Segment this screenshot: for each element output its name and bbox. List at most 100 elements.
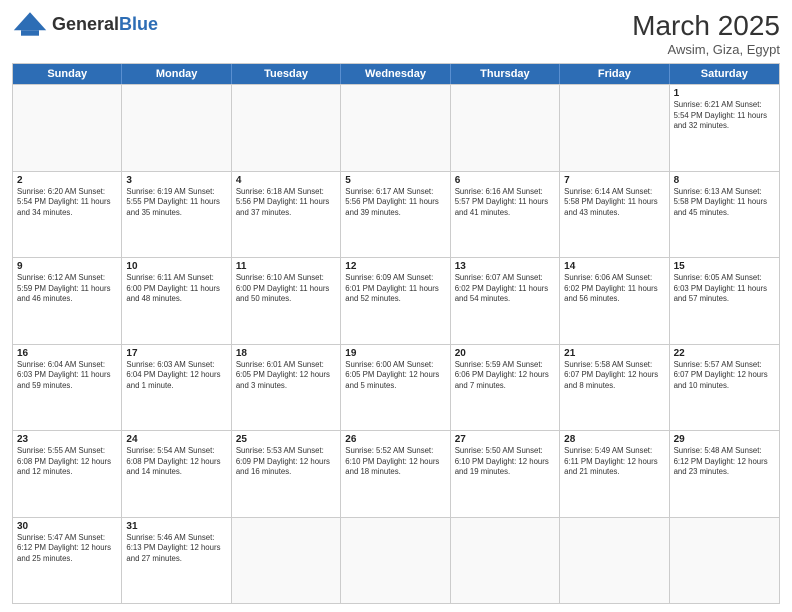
day-number: 3 (126, 175, 226, 186)
day-cell: 16Sunrise: 6:04 AM Sunset: 6:03 PM Dayli… (13, 345, 122, 431)
week-row-1: 1Sunrise: 6:21 AM Sunset: 5:54 PM Daylig… (13, 84, 779, 171)
weeks: 1Sunrise: 6:21 AM Sunset: 5:54 PM Daylig… (13, 84, 779, 603)
header-monday: Monday (122, 64, 231, 84)
day-number: 29 (674, 434, 775, 445)
day-number: 24 (126, 434, 226, 445)
day-cell: 27Sunrise: 5:50 AM Sunset: 6:10 PM Dayli… (451, 431, 560, 517)
page: GeneralBlue March 2025 Awsim, Giza, Egyp… (0, 0, 792, 612)
day-cell: 20Sunrise: 5:59 AM Sunset: 6:06 PM Dayli… (451, 345, 560, 431)
logo-blue: Blue (119, 14, 158, 34)
header-sunday: Sunday (13, 64, 122, 84)
month-title: March 2025 (632, 10, 780, 42)
day-cell: 18Sunrise: 6:01 AM Sunset: 6:05 PM Dayli… (232, 345, 341, 431)
day-number: 18 (236, 348, 336, 359)
day-cell: 31Sunrise: 5:46 AM Sunset: 6:13 PM Dayli… (122, 518, 231, 604)
day-info: Sunrise: 6:20 AM Sunset: 5:54 PM Dayligh… (17, 187, 117, 219)
day-cell: 24Sunrise: 5:54 AM Sunset: 6:08 PM Dayli… (122, 431, 231, 517)
day-cell: 1Sunrise: 6:21 AM Sunset: 5:54 PM Daylig… (670, 85, 779, 171)
day-number: 1 (674, 88, 775, 99)
day-number: 9 (17, 261, 117, 272)
day-number: 17 (126, 348, 226, 359)
logo-general: General (52, 14, 119, 34)
day-cell: 13Sunrise: 6:07 AM Sunset: 6:02 PM Dayli… (451, 258, 560, 344)
day-info: Sunrise: 6:12 AM Sunset: 5:59 PM Dayligh… (17, 273, 117, 305)
day-number: 28 (564, 434, 664, 445)
day-cell (451, 85, 560, 171)
day-info: Sunrise: 5:59 AM Sunset: 6:06 PM Dayligh… (455, 360, 555, 392)
day-number: 27 (455, 434, 555, 445)
day-number: 31 (126, 521, 226, 532)
day-cell (341, 85, 450, 171)
day-cell (232, 518, 341, 604)
week-row-3: 9Sunrise: 6:12 AM Sunset: 5:59 PM Daylig… (13, 257, 779, 344)
day-cell: 21Sunrise: 5:58 AM Sunset: 6:07 PM Dayli… (560, 345, 669, 431)
day-info: Sunrise: 6:11 AM Sunset: 6:00 PM Dayligh… (126, 273, 226, 305)
day-cell (13, 85, 122, 171)
day-cell: 29Sunrise: 5:48 AM Sunset: 6:12 PM Dayli… (670, 431, 779, 517)
day-cell (341, 518, 450, 604)
header-wednesday: Wednesday (341, 64, 450, 84)
logo: GeneralBlue (12, 10, 158, 38)
day-info: Sunrise: 6:16 AM Sunset: 5:57 PM Dayligh… (455, 187, 555, 219)
day-number: 8 (674, 175, 775, 186)
day-number: 22 (674, 348, 775, 359)
day-info: Sunrise: 6:17 AM Sunset: 5:56 PM Dayligh… (345, 187, 445, 219)
day-info: Sunrise: 6:06 AM Sunset: 6:02 PM Dayligh… (564, 273, 664, 305)
logo-text: GeneralBlue (52, 14, 158, 35)
day-info: Sunrise: 6:21 AM Sunset: 5:54 PM Dayligh… (674, 100, 775, 132)
day-number: 19 (345, 348, 445, 359)
day-cell: 11Sunrise: 6:10 AM Sunset: 6:00 PM Dayli… (232, 258, 341, 344)
day-cell: 6Sunrise: 6:16 AM Sunset: 5:57 PM Daylig… (451, 172, 560, 258)
header: GeneralBlue March 2025 Awsim, Giza, Egyp… (12, 10, 780, 57)
day-cell: 28Sunrise: 5:49 AM Sunset: 6:11 PM Dayli… (560, 431, 669, 517)
day-info: Sunrise: 6:05 AM Sunset: 6:03 PM Dayligh… (674, 273, 775, 305)
day-cell (560, 85, 669, 171)
week-row-6: 30Sunrise: 5:47 AM Sunset: 6:12 PM Dayli… (13, 517, 779, 604)
day-cell: 25Sunrise: 5:53 AM Sunset: 6:09 PM Dayli… (232, 431, 341, 517)
header-tuesday: Tuesday (232, 64, 341, 84)
day-info: Sunrise: 6:01 AM Sunset: 6:05 PM Dayligh… (236, 360, 336, 392)
calendar: Sunday Monday Tuesday Wednesday Thursday… (12, 63, 780, 604)
day-info: Sunrise: 6:19 AM Sunset: 5:55 PM Dayligh… (126, 187, 226, 219)
day-number: 2 (17, 175, 117, 186)
day-cell: 9Sunrise: 6:12 AM Sunset: 5:59 PM Daylig… (13, 258, 122, 344)
day-cell (670, 518, 779, 604)
day-number: 11 (236, 261, 336, 272)
day-info: Sunrise: 6:03 AM Sunset: 6:04 PM Dayligh… (126, 360, 226, 392)
day-info: Sunrise: 5:54 AM Sunset: 6:08 PM Dayligh… (126, 446, 226, 478)
logo-icon (12, 10, 48, 38)
day-number: 14 (564, 261, 664, 272)
day-cell: 17Sunrise: 6:03 AM Sunset: 6:04 PM Dayli… (122, 345, 231, 431)
day-info: Sunrise: 6:07 AM Sunset: 6:02 PM Dayligh… (455, 273, 555, 305)
day-info: Sunrise: 5:58 AM Sunset: 6:07 PM Dayligh… (564, 360, 664, 392)
day-number: 10 (126, 261, 226, 272)
day-info: Sunrise: 5:49 AM Sunset: 6:11 PM Dayligh… (564, 446, 664, 478)
day-info: Sunrise: 6:00 AM Sunset: 6:05 PM Dayligh… (345, 360, 445, 392)
day-number: 21 (564, 348, 664, 359)
day-number: 7 (564, 175, 664, 186)
day-cell: 4Sunrise: 6:18 AM Sunset: 5:56 PM Daylig… (232, 172, 341, 258)
day-info: Sunrise: 6:09 AM Sunset: 6:01 PM Dayligh… (345, 273, 445, 305)
day-cell: 3Sunrise: 6:19 AM Sunset: 5:55 PM Daylig… (122, 172, 231, 258)
day-cell: 15Sunrise: 6:05 AM Sunset: 6:03 PM Dayli… (670, 258, 779, 344)
day-number: 25 (236, 434, 336, 445)
day-cell: 10Sunrise: 6:11 AM Sunset: 6:00 PM Dayli… (122, 258, 231, 344)
header-thursday: Thursday (451, 64, 560, 84)
day-number: 15 (674, 261, 775, 272)
day-cell: 8Sunrise: 6:13 AM Sunset: 5:58 PM Daylig… (670, 172, 779, 258)
day-cell: 2Sunrise: 6:20 AM Sunset: 5:54 PM Daylig… (13, 172, 122, 258)
day-number: 4 (236, 175, 336, 186)
day-cell: 12Sunrise: 6:09 AM Sunset: 6:01 PM Dayli… (341, 258, 450, 344)
day-info: Sunrise: 5:52 AM Sunset: 6:10 PM Dayligh… (345, 446, 445, 478)
day-info: Sunrise: 5:47 AM Sunset: 6:12 PM Dayligh… (17, 533, 117, 565)
day-number: 5 (345, 175, 445, 186)
day-info: Sunrise: 5:53 AM Sunset: 6:09 PM Dayligh… (236, 446, 336, 478)
day-cell: 19Sunrise: 6:00 AM Sunset: 6:05 PM Dayli… (341, 345, 450, 431)
day-headers: Sunday Monday Tuesday Wednesday Thursday… (13, 64, 779, 84)
week-row-2: 2Sunrise: 6:20 AM Sunset: 5:54 PM Daylig… (13, 171, 779, 258)
day-info: Sunrise: 5:50 AM Sunset: 6:10 PM Dayligh… (455, 446, 555, 478)
day-number: 12 (345, 261, 445, 272)
day-cell (560, 518, 669, 604)
day-info: Sunrise: 6:10 AM Sunset: 6:00 PM Dayligh… (236, 273, 336, 305)
day-info: Sunrise: 6:04 AM Sunset: 6:03 PM Dayligh… (17, 360, 117, 392)
